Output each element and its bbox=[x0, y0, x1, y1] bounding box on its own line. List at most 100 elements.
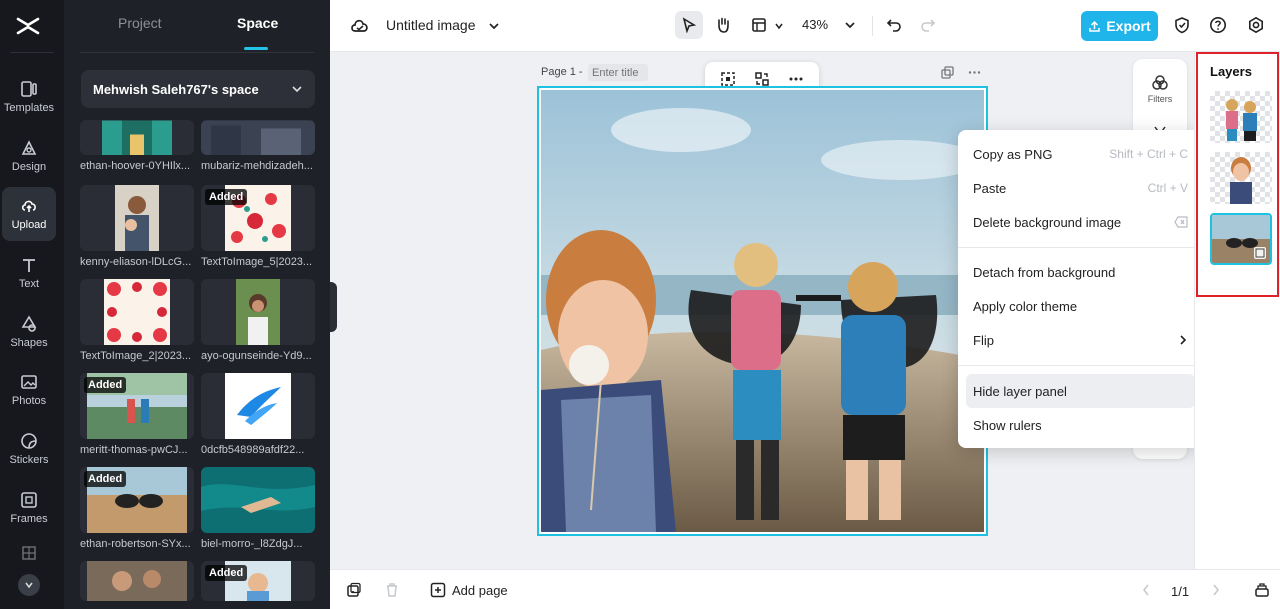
rail-item-more[interactable] bbox=[2, 540, 56, 570]
media-item[interactable]: Added bbox=[201, 561, 315, 601]
capcut-logo-icon[interactable] bbox=[14, 12, 42, 40]
tabs-divider bbox=[80, 52, 314, 53]
photo-thumb bbox=[236, 279, 280, 345]
media-thumbnail bbox=[201, 120, 315, 155]
media-item[interactable] bbox=[80, 561, 194, 601]
chevron-left-icon bbox=[1142, 584, 1149, 596]
menu-item-hide-layer-panel[interactable]: Hide layer panel bbox=[966, 374, 1195, 408]
rail-item-shapes[interactable]: Shapes bbox=[2, 305, 56, 359]
title-menu-button[interactable] bbox=[480, 12, 508, 40]
add-element-button[interactable] bbox=[340, 576, 368, 604]
backspace-icon bbox=[1174, 216, 1188, 228]
rail-item-frames[interactable]: Frames bbox=[2, 481, 56, 535]
beach-kids-photo bbox=[541, 90, 984, 532]
media-item[interactable]: ethan-hoover-0YHIlx... bbox=[80, 120, 194, 172]
rail-item-upload[interactable]: Upload bbox=[2, 187, 56, 241]
media-thumbnail: Added bbox=[201, 185, 315, 251]
rail-item-design[interactable]: Design bbox=[2, 129, 56, 183]
media-item[interactable]: Added TextToImage_5|2023... bbox=[201, 185, 315, 268]
menu-item-label: Apply color theme bbox=[973, 298, 1078, 314]
templates-icon bbox=[21, 81, 37, 97]
redo-button[interactable] bbox=[914, 11, 942, 39]
photo-thumb bbox=[201, 120, 315, 155]
menu-item-apply-color-theme[interactable]: Apply color theme bbox=[966, 289, 1195, 323]
menu-item-flip[interactable]: Flip bbox=[966, 323, 1195, 357]
document-title[interactable]: Untitled image bbox=[386, 17, 476, 33]
add-page-label: Add page bbox=[452, 582, 508, 598]
panel-collapse-handle[interactable] bbox=[330, 282, 337, 332]
rail-label: Shapes bbox=[10, 337, 48, 349]
add-page-button[interactable]: Add page bbox=[430, 582, 508, 598]
media-item[interactable]: mubariz-mehdizadeh... bbox=[201, 120, 315, 172]
shortcut-hint: Shift + Ctrl + C bbox=[1109, 147, 1188, 161]
filters-button[interactable] bbox=[1146, 69, 1174, 97]
hand-icon bbox=[718, 17, 729, 33]
layer-item[interactable] bbox=[1210, 91, 1272, 143]
export-label: Export bbox=[1106, 18, 1151, 34]
shortcut-hint: Ctrl + V bbox=[1147, 181, 1188, 195]
media-thumbnail bbox=[80, 120, 194, 155]
select-area-icon bbox=[721, 72, 735, 86]
rail-item-stickers[interactable]: Stickers bbox=[2, 422, 56, 476]
undo-icon bbox=[886, 19, 901, 32]
layers-title: Layers bbox=[1210, 64, 1252, 79]
media-item-label: biel-morro-_l8ZdgJ... bbox=[201, 538, 303, 550]
help-button[interactable] bbox=[1204, 11, 1232, 39]
media-panel: Project Space Mehwish Saleh767's space e… bbox=[64, 0, 330, 609]
media-item-label: TextToImage_2|2023... bbox=[80, 350, 192, 362]
tab-project[interactable]: Project bbox=[118, 15, 162, 31]
design-icon bbox=[21, 140, 37, 155]
page-title-input[interactable] bbox=[588, 64, 648, 81]
filters-label: Filters bbox=[1147, 94, 1173, 104]
layer-item-background[interactable] bbox=[1210, 213, 1272, 265]
media-item[interactable]: Added ethan-robertson-SYx... bbox=[80, 467, 194, 550]
hand-tool-button[interactable] bbox=[709, 11, 737, 39]
rail-item-templates[interactable]: Templates bbox=[2, 70, 56, 124]
menu-item-show-rulers[interactable]: Show rulers bbox=[966, 408, 1195, 442]
chevron-down-icon bbox=[292, 86, 302, 93]
zoom-level[interactable]: 43% bbox=[802, 17, 828, 32]
menu-item-paste[interactable]: Paste Ctrl + V bbox=[966, 171, 1195, 205]
media-item-label: ayo-ogunseinde-Yd9... bbox=[201, 350, 312, 362]
tab-space[interactable]: Space bbox=[237, 15, 278, 31]
bottom-bar: Add page 1/1 bbox=[330, 569, 1280, 609]
media-item[interactable]: kenny-eliason-lDLcG... bbox=[80, 185, 194, 268]
layout-menu-button[interactable] bbox=[745, 11, 773, 39]
space-selector[interactable]: Mehwish Saleh767's space bbox=[81, 70, 315, 108]
photo-thumb bbox=[102, 120, 172, 155]
shield-button[interactable] bbox=[1168, 11, 1196, 39]
rail-item-text[interactable]: Text bbox=[2, 246, 56, 300]
zoom-menu-button[interactable] bbox=[836, 11, 864, 39]
undo-button[interactable] bbox=[880, 11, 908, 39]
expand-rail-button[interactable] bbox=[18, 574, 40, 596]
photo-thumb bbox=[225, 373, 291, 439]
more-horizontal-icon bbox=[789, 77, 803, 81]
cloud-save-button[interactable] bbox=[346, 12, 374, 40]
media-item[interactable]: biel-morro-_l8ZdgJ... bbox=[201, 467, 315, 550]
menu-item-delete-background[interactable]: Delete background image bbox=[966, 205, 1195, 239]
duplicate-page-button[interactable] bbox=[937, 62, 957, 82]
media-item[interactable]: TextToImage_2|2023... bbox=[80, 279, 194, 362]
export-button[interactable]: Export bbox=[1081, 11, 1158, 41]
media-item-label: mubariz-mehdizadeh... bbox=[201, 160, 313, 172]
media-item-label: ethan-robertson-SYx... bbox=[80, 538, 191, 550]
menu-item-label: Hide layer panel bbox=[973, 383, 1067, 399]
select-tool-button[interactable] bbox=[675, 11, 703, 39]
menu-item-copy-png[interactable]: Copy as PNG Shift + Ctrl + C bbox=[966, 137, 1195, 171]
more-horizontal-icon bbox=[968, 70, 980, 74]
media-item[interactable]: ayo-ogunseinde-Yd9... bbox=[201, 279, 315, 362]
panel-tabs: Project Space bbox=[64, 0, 330, 52]
layer-item[interactable] bbox=[1210, 152, 1272, 204]
settings-button[interactable] bbox=[1242, 11, 1270, 39]
active-tab-indicator bbox=[244, 47, 268, 50]
canvas-image[interactable] bbox=[541, 90, 984, 532]
delete-page-button[interactable] bbox=[378, 576, 406, 604]
media-item[interactable]: Added meritt-thomas-pwCJ... bbox=[80, 373, 194, 456]
rail-item-photos[interactable]: Photos bbox=[2, 363, 56, 417]
page-more-button[interactable] bbox=[964, 62, 984, 82]
prev-page-button[interactable] bbox=[1132, 576, 1160, 604]
page-manager-button[interactable] bbox=[1248, 576, 1276, 604]
menu-item-detach[interactable]: Detach from background bbox=[966, 255, 1195, 289]
next-page-button[interactable] bbox=[1202, 576, 1230, 604]
media-item[interactable]: 0dcfb548989afdf22... bbox=[201, 373, 315, 456]
